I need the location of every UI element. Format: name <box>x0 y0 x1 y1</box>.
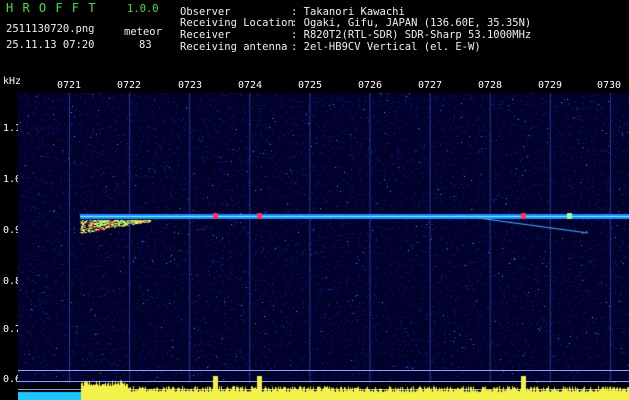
x-tick: 0722 <box>116 80 142 91</box>
app-version: 1.0.0 <box>127 3 159 15</box>
spectrogram-waterfall <box>18 93 629 383</box>
x-tick: 0729 <box>537 80 563 91</box>
x-tick: 0721 <box>56 80 82 91</box>
spectrogram-canvas <box>18 93 629 383</box>
y-unit-label: kHz <box>3 76 22 87</box>
info-value-location: : Ogaki, Gifu, JAPAN (136.60E, 35.35N) <box>291 17 532 29</box>
info-key-receiver: Receiver <box>180 29 231 41</box>
info-key-antenna: Receiving antenna <box>180 41 288 53</box>
app-title: H R O F F T <box>6 1 97 15</box>
x-tick: 0728 <box>477 80 503 91</box>
capture-filename: 2511130720.png <box>6 23 95 35</box>
hroft-window: { "app": {"name":"H R O F F T", "version… <box>0 0 629 400</box>
x-tick: 0725 <box>297 80 323 91</box>
x-tick: 0730 <box>596 80 622 91</box>
x-tick: 0726 <box>357 80 383 91</box>
x-tick: 0727 <box>417 80 443 91</box>
meteor-label: meteor <box>124 26 162 38</box>
x-tick: 0723 <box>177 80 203 91</box>
meteor-count: 83 <box>139 39 152 51</box>
info-value-receiver: : R820T2(RTL-SDR) SDR-Sharp 53.1000MHz <box>291 29 532 41</box>
info-key-location: Receiving Location <box>180 17 294 29</box>
info-value-antenna: : 2el-HB9CV Vertical (el. E-W) <box>291 41 481 53</box>
x-tick: 0724 <box>237 80 263 91</box>
signal-level-graph <box>18 370 629 400</box>
capture-datetime: 25.11.13 07:20 <box>6 39 95 51</box>
signal-level-canvas <box>18 370 629 400</box>
